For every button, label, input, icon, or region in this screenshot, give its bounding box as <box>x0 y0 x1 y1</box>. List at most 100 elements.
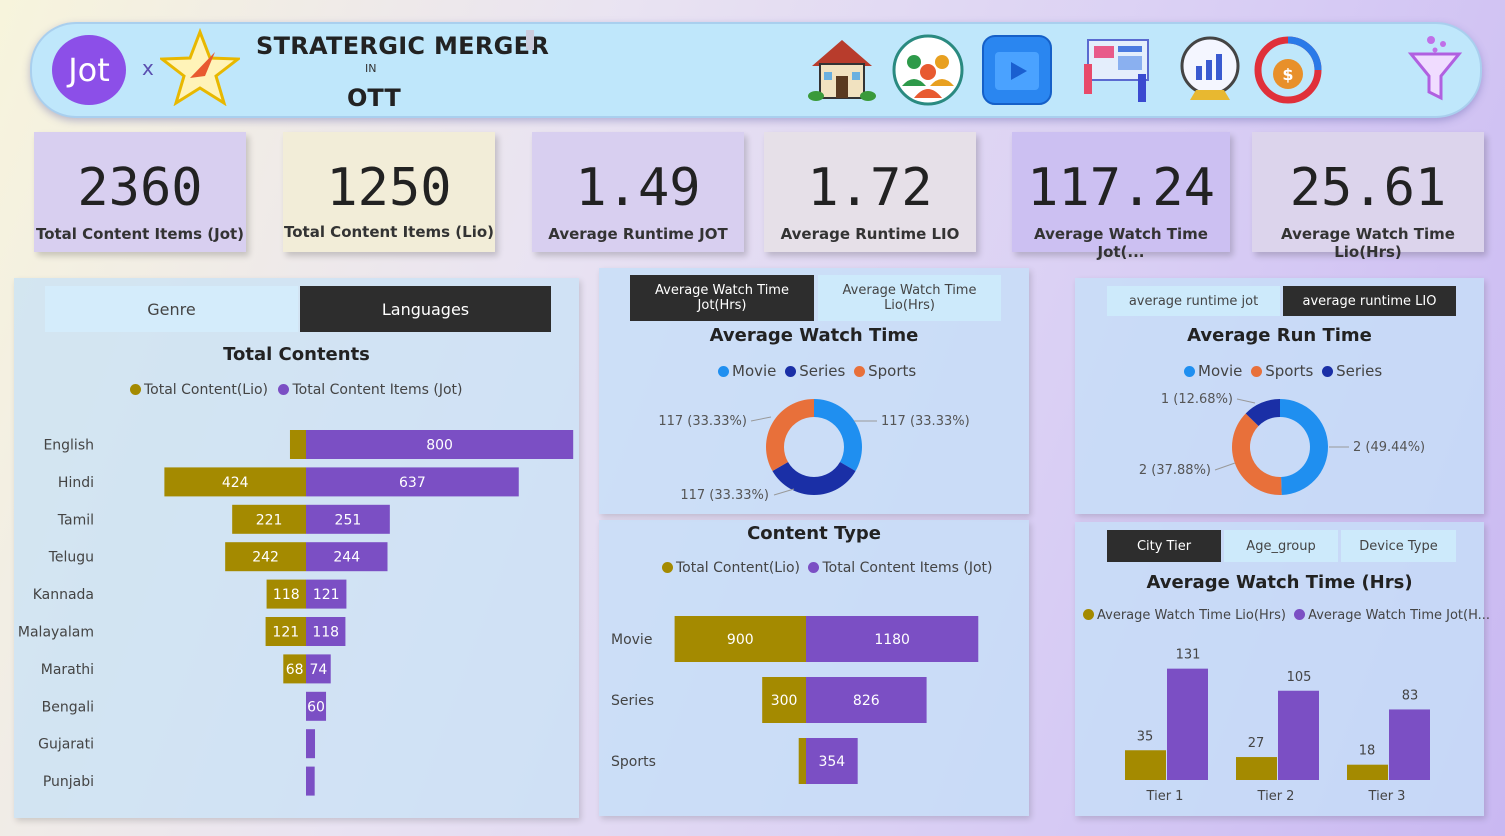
slice-label: 2 (37.88%) <box>1139 463 1211 478</box>
legend-label: Total Content(Lio) <box>144 382 269 398</box>
kpi-card: 25.61 Average Watch Time Lio(Hrs) <box>1252 132 1484 261</box>
slice-label: 117 (33.33%) <box>881 414 970 429</box>
tab-runtime-jot[interactable]: average runtime jot <box>1107 286 1280 316</box>
category-label: Sports <box>611 754 656 770</box>
legend-label: Movie <box>1198 362 1243 380</box>
slice-label: 2 (49.44%) <box>1353 440 1425 455</box>
page-title: STRATERGIC MERGER <box>256 32 550 60</box>
legend-label: Movie <box>732 362 777 380</box>
legend-dot-series <box>785 366 797 377</box>
chart-title: Total Contents <box>223 344 370 365</box>
legend-dot-lio <box>1083 609 1094 620</box>
bar-jot <box>306 766 315 796</box>
data-label-jot: 74 <box>309 662 327 678</box>
tab-watch-jot[interactable]: Average Watch Time Jot(Hrs) <box>630 275 814 321</box>
data-label-lio: 121 <box>272 625 299 641</box>
category-label: Malayalam <box>18 625 94 641</box>
data-label-jot: 637 <box>399 475 426 491</box>
house-icon[interactable] <box>806 34 878 106</box>
kpi-label: Average Runtime LIO <box>780 225 960 243</box>
data-label-lio: 18 <box>1359 744 1376 759</box>
legend-dot-lio <box>662 562 673 573</box>
chart-title: Average Run Time <box>1187 325 1372 346</box>
audience-icon[interactable] <box>892 34 964 106</box>
slice-label: 117 (33.33%) <box>680 488 769 503</box>
data-label-lio: 35 <box>1137 729 1154 744</box>
donut-slice <box>1280 399 1329 495</box>
category-label: Tier 3 <box>1368 789 1406 804</box>
bar-lio <box>1236 757 1277 780</box>
avg-run-time-donut: 2 (49.44%) 2 (37.88%) 1 (12.68%) <box>1139 392 1425 495</box>
data-label-lio: 221 <box>256 512 283 528</box>
legend-dot-sports <box>854 366 866 377</box>
svg-text:$: $ <box>1282 65 1293 84</box>
kpi-card: 1.49 Average Runtime JOT <box>532 132 744 252</box>
leader-line <box>773 488 795 496</box>
data-label-jot: 83 <box>1402 688 1419 703</box>
chart-legend: Total Content(Lio) Total Content Items (… <box>662 560 992 576</box>
legend-label: Average Watch Time Jot(H... <box>1308 608 1491 623</box>
bar-jot <box>1278 690 1319 780</box>
legend-dot-jot <box>808 562 820 573</box>
data-label-jot: 105 <box>1287 670 1312 685</box>
donut-slice <box>766 399 814 471</box>
page-subtitle-ott: OTT <box>347 84 401 112</box>
video-icon[interactable] <box>981 34 1053 106</box>
total-contents-chart: English 800 Hindi 424 637 Tamil 221 251 Telugu 24… <box>18 430 574 796</box>
chart-legend: Movie Series Sports <box>718 362 916 380</box>
tab-runtime-lio[interactable]: average runtime LIO <box>1283 286 1456 316</box>
avg-watch-time-donut: 117 (33.33%) 117 (33.33%) 117 (33.33%) <box>658 399 970 503</box>
data-label-jot: 131 <box>1176 648 1201 663</box>
kpi-value: 1.49 <box>575 158 701 218</box>
leader-line <box>750 416 772 422</box>
category-label: Marathi <box>41 662 94 678</box>
data-label-lio: 300 <box>771 693 798 709</box>
kpi-label: Total Content Items (Jot) <box>35 225 245 243</box>
legend-label: Average Watch Time Lio(Hrs) <box>1097 608 1286 623</box>
tab-watch-lio[interactable]: Average Watch Time Lio(Hrs) <box>818 275 1001 321</box>
donut-slice <box>814 399 862 471</box>
tab-genre[interactable]: Genre <box>45 286 298 332</box>
legend-label: Sports <box>1265 362 1314 380</box>
legend-label: Sports <box>868 362 917 380</box>
title-marker <box>526 30 534 50</box>
legend-label: Series <box>799 362 846 380</box>
analyst-icon[interactable] <box>1080 34 1156 106</box>
legend-dot-series <box>1322 366 1334 377</box>
tab-age-group[interactable]: Age_group <box>1224 530 1338 562</box>
kpi-label: Average Runtime JOT <box>548 225 728 243</box>
content-type-chart: Movie 900 1180 Series 300 826 Sports 354 <box>611 616 979 784</box>
data-label-jot: 826 <box>853 693 880 709</box>
slice-label: 117 (33.33%) <box>658 414 747 429</box>
tab-device-type[interactable]: Device Type <box>1341 530 1456 562</box>
kpi-value: 1250 <box>326 158 452 218</box>
category-label: Movie <box>611 632 652 648</box>
category-label: Tier 2 <box>1257 789 1295 804</box>
kpi-card: 2360 Total Content Items (Jot) <box>34 132 246 252</box>
chart-legend: Average Watch Time Lio(Hrs) Average Watc… <box>1083 608 1490 623</box>
filter-icon[interactable] <box>1405 34 1465 106</box>
legend-dot-movie <box>1184 366 1195 377</box>
kpi-card: 1250 Total Content Items (Lio) <box>283 132 495 252</box>
money-cycle-icon[interactable]: $ <box>1252 34 1324 106</box>
kpi-card: 117.24 Average Watch Time Jot(... <box>1012 132 1230 261</box>
tab-languages[interactable]: Languages <box>300 286 551 332</box>
slice-label: 1 (12.68%) <box>1161 392 1233 407</box>
chart-legend: Movie Sports Series <box>1184 362 1382 380</box>
category-label: Punjabi <box>43 774 94 790</box>
jot-logo: Jot <box>52 35 126 105</box>
data-label-lio: 118 <box>273 587 300 603</box>
bar-jot <box>306 729 316 759</box>
category-label: Series <box>611 693 654 709</box>
kpi-label: Total Content Items (Lio) <box>283 223 495 241</box>
bar-jot <box>1389 709 1430 780</box>
tab-city-tier[interactable]: City Tier <box>1107 530 1221 562</box>
donut-slice <box>1232 413 1282 495</box>
crystal-ball-chart-icon[interactable] <box>1174 34 1246 106</box>
legend-label: Total Content Items (Jot) <box>822 560 993 576</box>
page-subtitle: IN <box>365 62 377 75</box>
legend-label: Total Content(Lio) <box>676 560 801 576</box>
category-label: Bengali <box>42 699 94 715</box>
data-label-lio: 424 <box>222 475 249 491</box>
chart-title: Average Watch Time (Hrs) <box>1146 572 1413 593</box>
